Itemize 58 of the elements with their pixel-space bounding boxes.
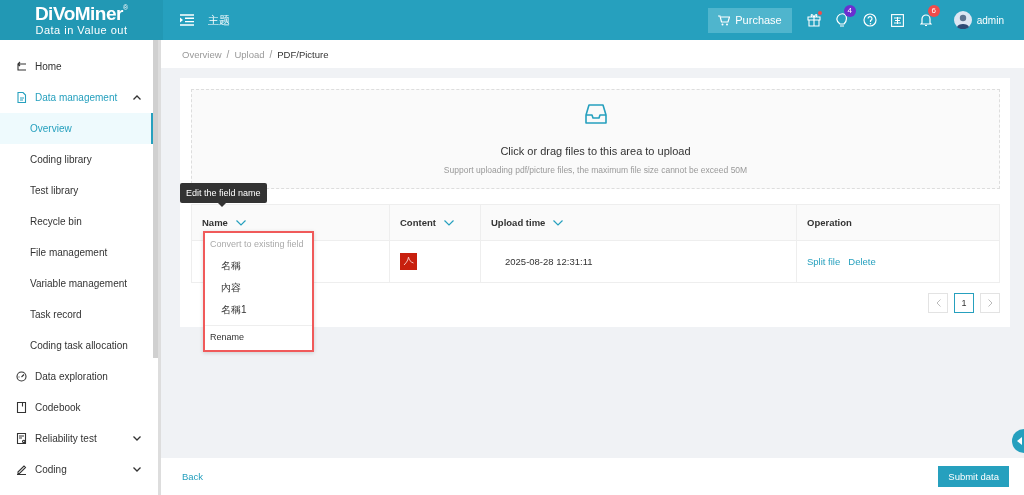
- count-badge: 4: [843, 4, 856, 17]
- sidebar-item[interactable]: Data exploration: [0, 361, 153, 392]
- submenu-item[interactable]: Recycle bin: [0, 206, 153, 237]
- filter-chevron-icon[interactable]: [553, 219, 564, 226]
- sidebar-item[interactable]: Codebook: [0, 392, 153, 423]
- filter-chevron-icon[interactable]: [235, 219, 246, 226]
- chevron-icon: [133, 436, 141, 441]
- language-icon[interactable]: [891, 13, 905, 27]
- menu-item[interactable]: 內容: [205, 277, 312, 299]
- bell-icon[interactable]: [919, 13, 932, 27]
- menu-item-icon: [16, 433, 27, 444]
- logo: DiVoMiner: [34, 4, 123, 24]
- count-badge: 6: [927, 5, 940, 17]
- menu-item[interactable]: Rename: [205, 326, 312, 350]
- inbox-icon: [584, 103, 607, 125]
- filter-chevron-icon[interactable]: [443, 219, 454, 226]
- table-cell-text: 2025-08-28 12:31:11: [504, 256, 593, 267]
- avatar-icon[interactable]: [953, 11, 972, 29]
- column-header[interactable]: Operation: [797, 205, 999, 240]
- column-header[interactable]: Upload time: [481, 205, 797, 240]
- submenu-item[interactable]: Test library: [0, 175, 153, 206]
- menu-item-icon: [16, 61, 27, 72]
- slogan: Data in Value out: [35, 24, 128, 36]
- sidebar-item[interactable]: Reliability test: [0, 423, 153, 454]
- chevron-icon: [133, 467, 141, 472]
- submenu-item[interactable]: Coding task allocation: [0, 330, 153, 361]
- cart-icon: [718, 14, 731, 26]
- upload-hint: Support uploading pdf/picture files, the maximum file size cannot be exceed 50M: [443, 165, 748, 175]
- menu-item-icon: [16, 402, 27, 413]
- menu-icon[interactable]: [180, 14, 194, 26]
- scrollbar[interactable]: [153, 40, 158, 358]
- breadcrumb-separator: /: [226, 48, 230, 60]
- menu-item-icon: [16, 371, 27, 382]
- submenu-item[interactable]: File management: [0, 237, 153, 268]
- upload-title: Click or drag files to this area to upload: [500, 145, 691, 157]
- column-header[interactable]: Content: [390, 205, 481, 240]
- chevron-icon: [133, 95, 141, 100]
- help-icon[interactable]: [862, 13, 877, 27]
- chevron-left-icon: [935, 299, 941, 307]
- chevron-right-icon: [987, 299, 993, 307]
- menu-item-icon: [16, 464, 27, 475]
- menu-header: Convert to existing field: [209, 238, 305, 251]
- breadcrumb-separator: /: [269, 48, 273, 60]
- menu-item-icon: [16, 92, 27, 103]
- submenu-item[interactable]: Task record: [0, 299, 153, 330]
- triangle-left-icon: [1017, 437, 1023, 445]
- pdf-icon: [400, 253, 417, 270]
- menu-item[interactable]: 名稱1: [205, 299, 312, 321]
- gift-icon[interactable]: [806, 13, 821, 27]
- notification-dot: [817, 11, 822, 15]
- menu-item[interactable]: 名稱: [205, 255, 312, 277]
- submenu-item[interactable]: Coding library: [0, 144, 153, 175]
- page-button[interactable]: 1: [954, 293, 974, 313]
- submenu-item[interactable]: Variable management: [0, 268, 153, 299]
- sidebar-item[interactable]: Home: [0, 51, 153, 82]
- sidebar-item[interactable]: Coding: [0, 454, 153, 485]
- upload-dropzone[interactable]: Click or drag files to this area to upload Support uploading pdf/picture files, the maximum file size cannot be exceed 50M: [191, 89, 1000, 189]
- lightbulb-icon[interactable]: [835, 12, 848, 28]
